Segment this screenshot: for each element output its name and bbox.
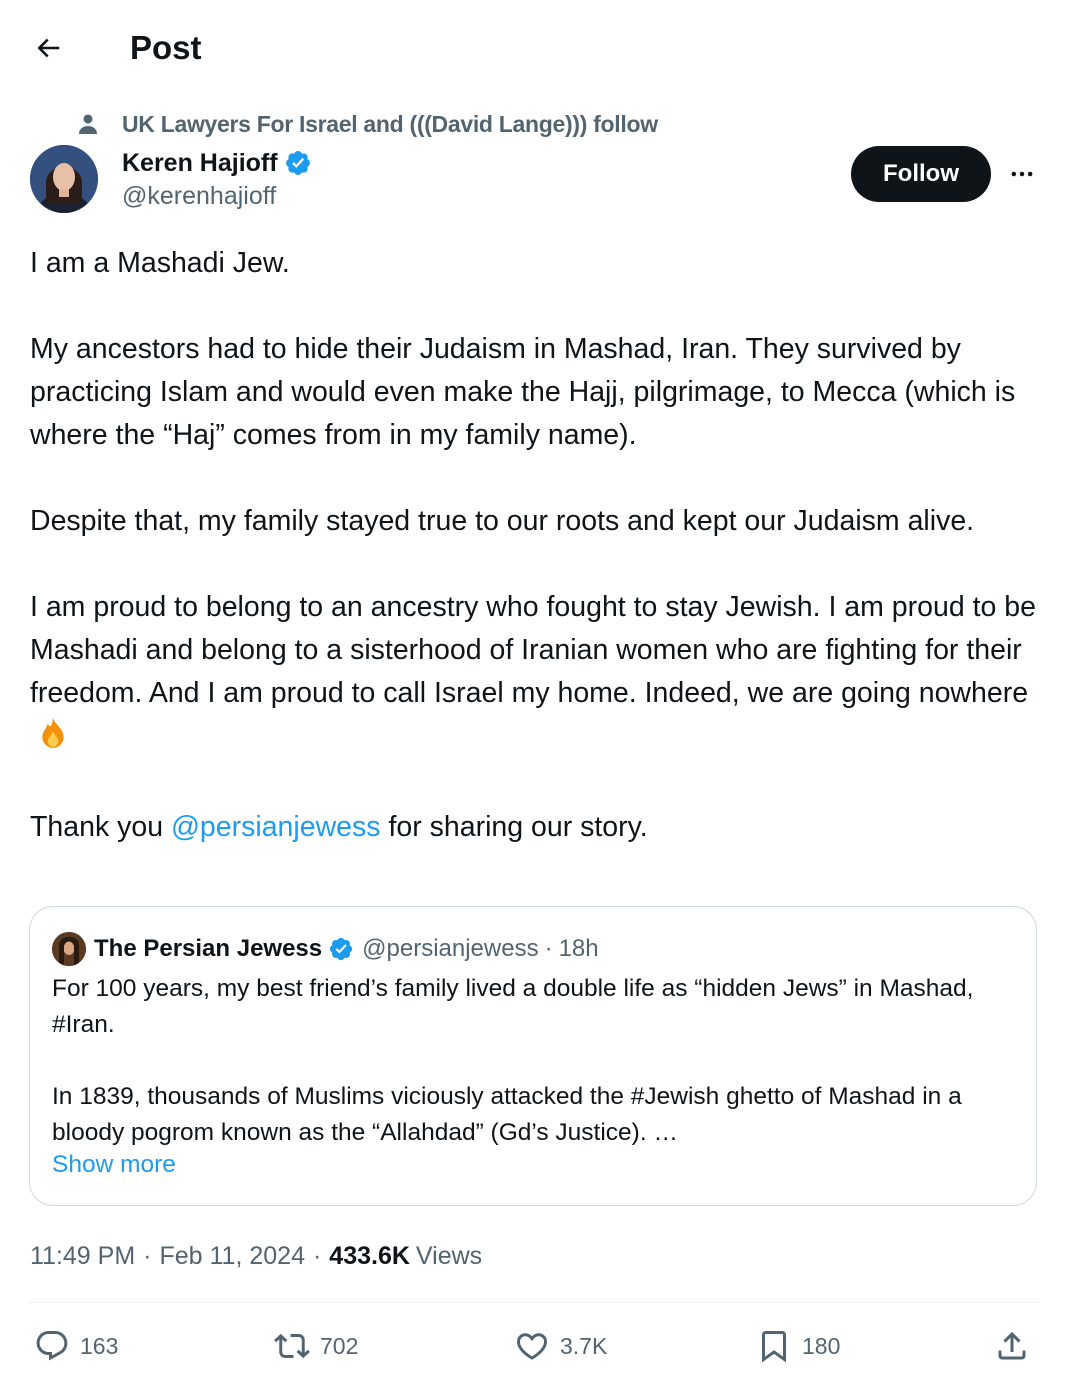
quoted-tweet-time[interactable]: 18h [559, 935, 599, 963]
separator-dot: · [312, 1241, 322, 1270]
show-more-link[interactable]: Show more [52, 1151, 176, 1179]
back-button[interactable] [28, 28, 68, 68]
tweet-paragraph: My ancestors had to hide their Judaism i… [30, 333, 1016, 451]
fire-emoji-icon [36, 716, 70, 763]
like-count: 3.7K [560, 1332, 608, 1359]
repost-button[interactable]: 702 [274, 1318, 358, 1374]
person-icon [74, 110, 102, 138]
separator-dot: · [544, 935, 553, 962]
action-bar: 163 702 3.7K 180 [0, 1318, 1068, 1374]
mention-link[interactable]: @persianjewess [171, 811, 381, 843]
reply-count: 163 [80, 1332, 119, 1359]
quoted-paragraph: In 1839, thousands of Muslims viciously … [52, 1083, 962, 1146]
tweet-time[interactable]: 11:49 PM [30, 1242, 135, 1271]
quoted-author-name: The Persian Jewess [94, 935, 323, 962]
more-options-button[interactable] [1002, 156, 1042, 192]
quoted-author-handle: @persianjewess [362, 935, 539, 962]
quoted-tweet-body: For 100 years, my best friend’s family l… [52, 971, 1012, 1151]
tweet-paragraph: Despite that, my family stayed true to o… [30, 505, 975, 537]
bookmark-button[interactable]: 180 [756, 1318, 840, 1374]
divider [28, 1302, 1040, 1303]
share-icon [998, 1331, 1026, 1360]
social-context[interactable]: UK Lawyers For Israel and (((David Lange… [74, 108, 658, 140]
page-header: Post [0, 0, 1068, 96]
social-context-text: UK Lawyers For Israel and (((David Lange… [122, 110, 658, 137]
tweet-paragraph: I am a Mashadi Jew. [30, 247, 290, 279]
bookmark-icon [762, 1331, 786, 1363]
quoted-paragraph: For 100 years, my best friend’s family l… [52, 975, 974, 1038]
like-button[interactable]: 3.7K [514, 1318, 607, 1374]
tweet-meta: 11:49 PM · Feb 11, 2024 · 433.6K Views [30, 1238, 482, 1274]
views-label: Views [415, 1241, 483, 1270]
more-dots-icon [1011, 171, 1033, 177]
author-avatar[interactable] [30, 145, 98, 213]
repost-icon [274, 1333, 310, 1359]
tweet-thanks: Thank you @persianjewess for sharing our… [30, 811, 648, 843]
quoted-author-avatar[interactable] [52, 932, 86, 966]
tweet-date[interactable]: Feb 11, 2024 [159, 1242, 304, 1271]
repost-count: 702 [320, 1332, 359, 1359]
quoted-tweet-header: The Persian Jewess @persianjewess · 18h [52, 931, 599, 967]
page-title: Post [130, 29, 202, 66]
views-count[interactable]: 433.6K [329, 1242, 410, 1271]
verified-badge-icon [284, 149, 312, 177]
tweet-text: I am a Mashadi Jew. My ancestors had to … [30, 242, 1040, 849]
arrow-left-icon [37, 38, 60, 58]
quoted-tweet[interactable]: The Persian Jewess @persianjewess · 18h … [29, 906, 1037, 1206]
follow-button[interactable]: Follow [851, 146, 991, 202]
author-name[interactable]: Keren Hajioff [122, 149, 278, 178]
reply-button[interactable]: 163 [34, 1318, 118, 1374]
author-handle[interactable]: @kerenhajioff [122, 182, 276, 211]
heart-icon [516, 1333, 548, 1360]
reply-icon [36, 1331, 68, 1361]
tweet-paragraph-with-emoji: I am proud to belong to an ancestry who … [30, 586, 1040, 763]
verified-badge-icon [328, 936, 354, 962]
author-name-row[interactable]: Keren Hajioff [122, 144, 312, 182]
separator-dot: · [143, 1241, 152, 1270]
bookmark-count: 180 [802, 1332, 841, 1359]
share-button[interactable] [994, 1318, 1030, 1374]
tweet-paragraph: I am proud to belong to an ancestry who … [30, 591, 1037, 709]
